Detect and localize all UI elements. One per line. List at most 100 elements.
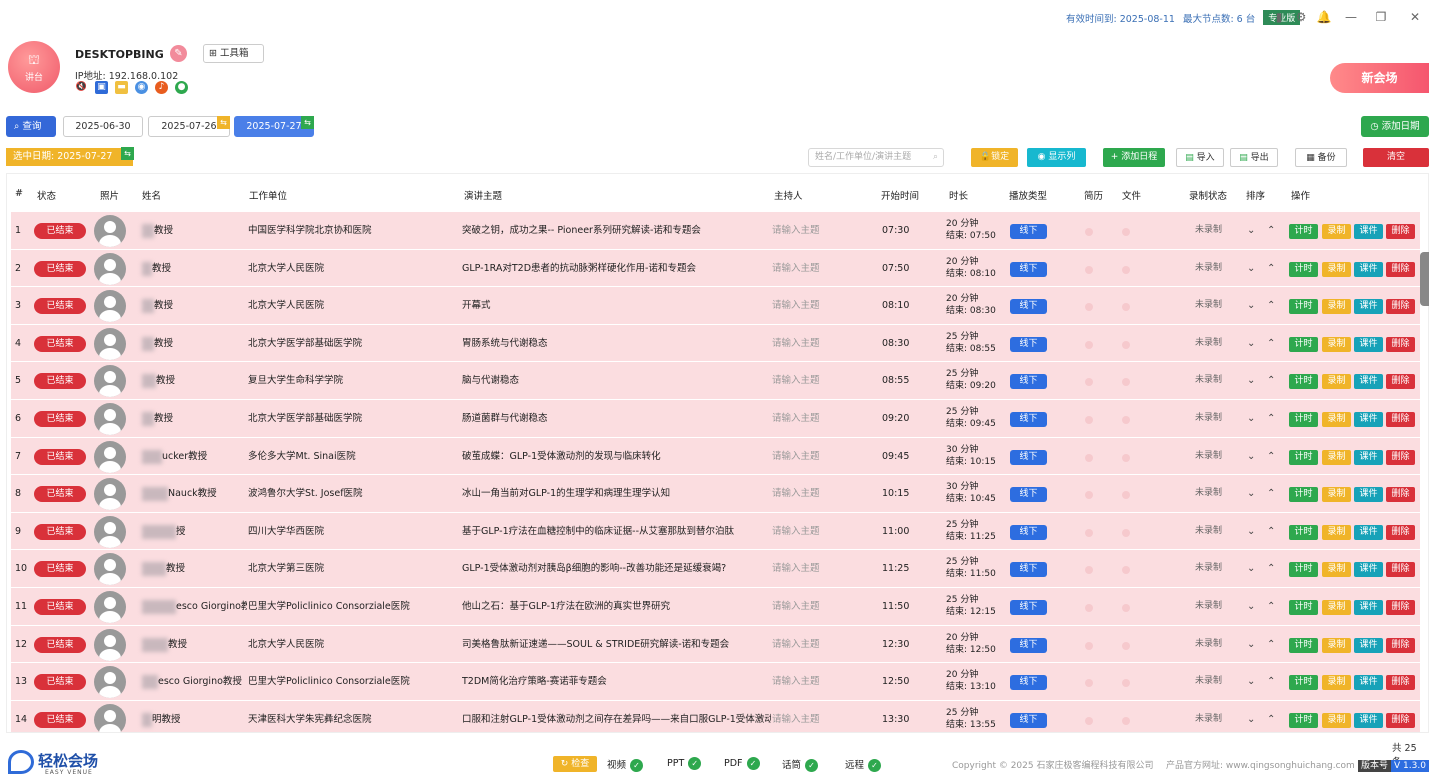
table-row[interactable]: 3 已结束 教授 北京大学人民医院 开幕式 请输入主题 08:10 20 分钟结… — [11, 287, 1420, 325]
table-row[interactable]: 7 已结束 ucker教授 多伦多大学Mt. Sinai医院 破茧成蝶：GLP-… — [11, 437, 1420, 476]
info-icon[interactable]: ▮ — [1271, 9, 1287, 25]
cv-indicator[interactable] — [1085, 641, 1093, 650]
backup-button[interactable]: ▦ 备份 — [1295, 148, 1347, 167]
file-indicator[interactable] — [1122, 303, 1130, 312]
table-row[interactable]: 14 已结束 明教授 天津医科大学朱宪彝纪念医院 口服和注射GLP-1受体激动剂… — [11, 700, 1420, 732]
toolbox-button[interactable]: ⊞ 工具箱 — [203, 44, 264, 63]
play-type-button[interactable]: 线下 — [1010, 412, 1047, 427]
avatar[interactable] — [94, 591, 126, 623]
file-indicator[interactable] — [1122, 265, 1130, 274]
chevron-down-icon[interactable]: ⌄ — [1247, 588, 1255, 626]
delete-button[interactable]: 删除 — [1386, 675, 1415, 691]
file-indicator[interactable] — [1122, 528, 1130, 537]
close-icon[interactable]: ✕ — [1407, 9, 1423, 25]
table-row[interactable]: 13 已结束 esco Giorgino教授 巴里大学Policlinico C… — [11, 663, 1420, 701]
chevron-up-icon[interactable]: ⌃ — [1267, 550, 1275, 588]
cv-indicator[interactable] — [1085, 716, 1093, 725]
host-input[interactable]: 请输入主题 — [772, 475, 832, 513]
timer-button[interactable]: 计时 — [1289, 449, 1318, 465]
avatar[interactable] — [94, 553, 126, 586]
play-type-button[interactable]: 线下 — [1010, 487, 1047, 503]
host-input[interactable]: 请输入主题 — [772, 287, 832, 325]
play-type-button[interactable]: 线下 — [1010, 637, 1047, 653]
speech-topic[interactable]: 冰山一角当前对GLP-1的生理学和病理生理学认知 — [462, 475, 771, 513]
record-button[interactable]: 录制 — [1322, 449, 1351, 465]
chevron-down-icon[interactable]: ⌄ — [1247, 212, 1255, 250]
file-indicator[interactable] — [1122, 641, 1130, 650]
side-scroll-handle[interactable] — [1420, 252, 1429, 306]
file-indicator[interactable] — [1122, 228, 1130, 236]
chevron-up-icon[interactable]: ⌃ — [1267, 400, 1275, 438]
timer-button[interactable]: 计时 — [1289, 600, 1318, 615]
play-type-button[interactable]: 线下 — [1010, 524, 1047, 540]
file-indicator[interactable] — [1122, 340, 1130, 349]
courseware-button[interactable]: 课件 — [1354, 487, 1383, 503]
record-button[interactable]: 录制 — [1322, 261, 1351, 277]
cv-indicator[interactable] — [1085, 303, 1093, 312]
speech-topic[interactable]: 肠道菌群与代谢稳态 — [462, 400, 771, 438]
file-indicator[interactable] — [1122, 453, 1130, 462]
cv-indicator[interactable] — [1085, 378, 1093, 387]
cv-indicator[interactable] — [1085, 340, 1093, 349]
delete-button[interactable]: 删除 — [1386, 637, 1415, 653]
clear-button[interactable]: 清空 — [1363, 148, 1429, 167]
table-row[interactable]: 11 已结束 esco Giorgino教授 巴里大学Policlinico C… — [11, 588, 1420, 626]
check-button[interactable]: ↻ 检查 — [553, 756, 597, 772]
chevron-down-icon[interactable]: ⌄ — [1247, 287, 1255, 325]
avatar[interactable] — [94, 666, 126, 699]
cv-indicator[interactable] — [1085, 228, 1093, 236]
play-type-button[interactable]: 线下 — [1010, 224, 1047, 239]
speech-topic[interactable]: 突破之钥，成功之果-- Pioneer系列研究解读-诺和专题会 — [462, 212, 771, 250]
file-indicator[interactable] — [1122, 716, 1130, 725]
delete-button[interactable]: 删除 — [1386, 449, 1415, 465]
table-row[interactable]: 5 已结束 教授 复旦大学生命科学学院 脑与代谢稳态 请输入主题 08:55 2… — [11, 362, 1420, 400]
delete-button[interactable]: 删除 — [1386, 374, 1415, 390]
cv-indicator[interactable] — [1085, 528, 1093, 537]
chevron-down-icon[interactable]: ⌄ — [1247, 325, 1255, 363]
play-type-button[interactable]: 线下 — [1010, 600, 1047, 615]
show-columns-button[interactable]: ◉ 显示列 — [1027, 148, 1086, 167]
play-type-button[interactable]: 线下 — [1010, 299, 1047, 315]
courseware-button[interactable]: 课件 — [1354, 449, 1383, 465]
avatar[interactable] — [94, 252, 126, 285]
delete-button[interactable]: 删除 — [1386, 562, 1415, 578]
chevron-down-icon[interactable]: ⌄ — [1247, 475, 1255, 513]
chevron-down-icon[interactable]: ⌄ — [1247, 701, 1255, 732]
date-tab-3[interactable]: 2025-07-27 ⇆ — [234, 116, 314, 137]
chevron-up-icon[interactable]: ⌃ — [1267, 212, 1275, 250]
record-button[interactable]: 录制 — [1322, 224, 1351, 239]
delete-button[interactable]: 删除 — [1386, 412, 1415, 427]
cv-indicator[interactable] — [1085, 604, 1093, 612]
record-button[interactable]: 录制 — [1322, 562, 1351, 578]
podium-avatar[interactable]: ⛫ 讲台 — [8, 41, 60, 93]
chevron-up-icon[interactable]: ⌃ — [1267, 701, 1275, 732]
avatar[interactable] — [94, 403, 126, 435]
delete-button[interactable]: 删除 — [1386, 524, 1415, 540]
speech-topic[interactable]: 司美格鲁肽新证速递——SOUL & STRIDE研究解读-诺和专题会 — [462, 626, 771, 664]
timer-button[interactable]: 计时 — [1289, 637, 1318, 653]
file-indicator[interactable] — [1122, 416, 1130, 424]
wechat-icon[interactable]: ● — [175, 81, 188, 94]
chevron-down-icon[interactable]: ⌄ — [1247, 550, 1255, 588]
courseware-button[interactable]: 课件 — [1354, 299, 1383, 315]
table-row[interactable]: 4 已结束 教授 北京大学医学部基础医学院 胃肠系统与代谢稳态 请输入主题 08… — [11, 324, 1420, 363]
import-button[interactable]: ▤ 导入 — [1176, 148, 1224, 167]
host-input[interactable]: 请输入主题 — [772, 438, 832, 476]
folder-icon[interactable]: ▬ — [115, 81, 128, 94]
timer-button[interactable]: 计时 — [1289, 675, 1318, 691]
play-type-button[interactable]: 线下 — [1010, 712, 1047, 728]
speech-topic[interactable]: 基于GLP-1疗法在血糖控制中的临床证据--从艾塞那肽到替尔泊肽 — [462, 513, 771, 551]
host-input[interactable]: 请输入主题 — [772, 513, 832, 551]
host-input[interactable]: 请输入主题 — [772, 250, 832, 288]
file-indicator[interactable] — [1122, 378, 1130, 387]
file-indicator[interactable] — [1122, 566, 1130, 575]
record-button[interactable]: 录制 — [1322, 712, 1351, 728]
lock-button[interactable]: 🔒锁定 — [971, 148, 1018, 167]
record-button[interactable]: 录制 — [1322, 524, 1351, 540]
new-venue-button[interactable]: 新会场 — [1330, 63, 1429, 93]
play-type-button[interactable]: 线下 — [1010, 562, 1047, 578]
timer-button[interactable]: 计时 — [1289, 712, 1318, 728]
table-row[interactable]: 8 已结束 Nauck教授 波鸿鲁尔大学St. Josef医院 冰山一角当前对G… — [11, 475, 1420, 513]
chevron-down-icon[interactable]: ⌄ — [1247, 362, 1255, 400]
play-type-button[interactable]: 线下 — [1010, 449, 1047, 465]
